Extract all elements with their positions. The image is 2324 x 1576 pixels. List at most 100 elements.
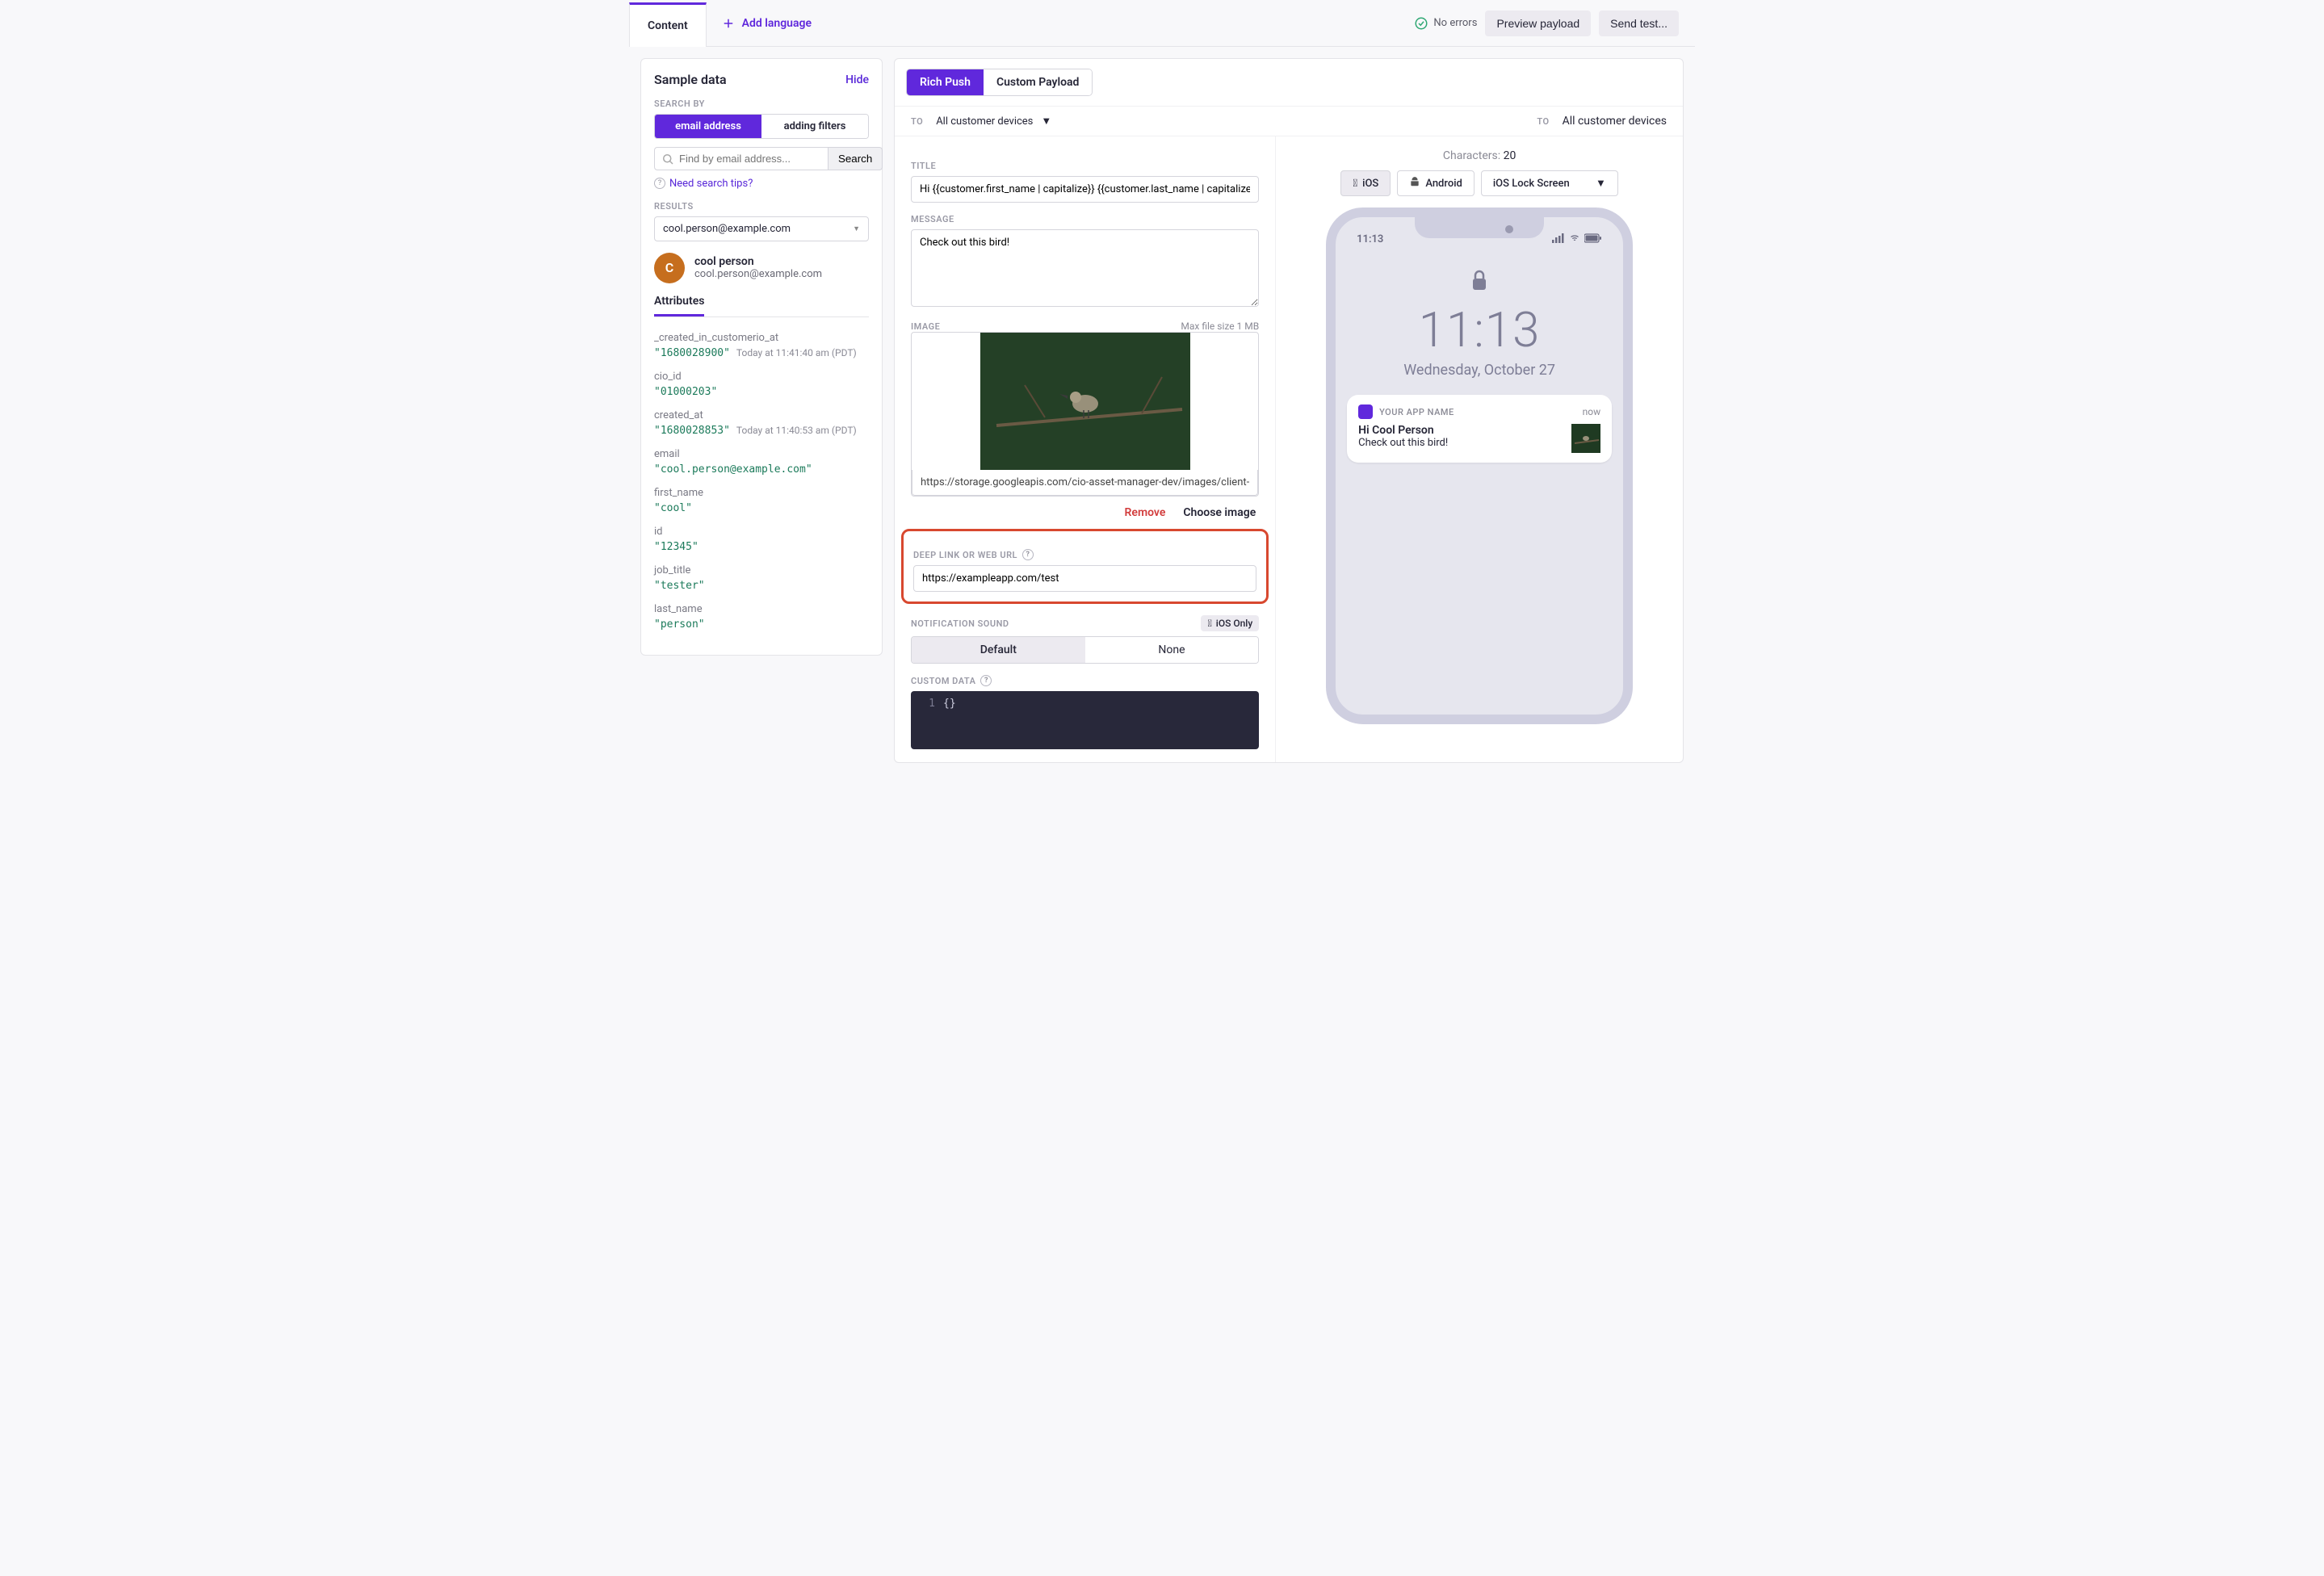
preview-column: Characters: 20  iOS Android <box>1275 136 1683 762</box>
search-button[interactable]: Search <box>829 147 883 170</box>
title-label: TITLE <box>911 161 1259 171</box>
notif-app-name: YOUR APP NAME <box>1379 407 1576 417</box>
image-preview-box: https://storage.googleapis.com/cio-asset… <box>911 332 1259 497</box>
preview-payload-button[interactable]: Preview payload <box>1485 10 1591 36</box>
to-value-preview: All customer devices <box>1563 115 1667 128</box>
notif-image <box>1571 424 1600 453</box>
search-by-segment: email address adding filters <box>654 114 869 139</box>
content-tabs: Content <box>629 0 707 46</box>
choose-image-link[interactable]: Choose image <box>1183 506 1256 519</box>
sample-data-panel: Sample data Hide SEARCH BY email address… <box>640 58 883 656</box>
device-android[interactable]: Android <box>1397 170 1475 196</box>
image-label: IMAGE <box>911 321 940 332</box>
attribute-row: first_name"cool" <box>654 487 869 514</box>
signal-icon <box>1552 233 1565 246</box>
attribute-key: job_title <box>654 564 869 576</box>
bird-image-icon <box>980 333 1190 470</box>
lock-date: Wednesday, October 27 <box>1336 362 1623 379</box>
characters-label: Characters <box>1443 149 1498 162</box>
add-language-button[interactable]: Add language <box>707 16 826 31</box>
android-icon <box>1409 176 1420 191</box>
attribute-meta: Today at 11:41:40 am (PDT) <box>736 347 857 358</box>
device-segment:  iOS Android iOS Lock Screen ▼ <box>1292 170 1667 196</box>
tab-custom-payload[interactable]: Custom Payload <box>984 69 1093 95</box>
search-tips-link[interactable]: ? Need search tips? <box>654 178 753 190</box>
results-select[interactable]: cool.person@example.com ▼ <box>654 216 869 241</box>
notif-when: now <box>1583 406 1601 417</box>
person-email: cool.person@example.com <box>694 268 822 280</box>
caret-down-icon: ▼ <box>1041 115 1051 128</box>
to-value-editor: All customer devices <box>936 115 1033 128</box>
caret-down-icon: ▼ <box>1596 177 1606 190</box>
search-by-email[interactable]: email address <box>655 115 761 138</box>
notif-title: Hi Cool Person <box>1358 424 1563 437</box>
tab-attributes[interactable]: Attributes <box>654 295 704 316</box>
characters-value: 20 <box>1504 149 1516 162</box>
caret-down-icon: ▼ <box>853 224 860 233</box>
attribute-value: "01000203" <box>654 386 717 398</box>
deep-link-input[interactable] <box>913 565 1256 592</box>
characters-row: Characters: 20 <box>1292 149 1667 162</box>
help-icon[interactable]: ? <box>1022 549 1034 560</box>
plus-icon <box>721 16 736 31</box>
to-select-editor[interactable]: All customer devices ▼ <box>936 115 1051 128</box>
custom-data-editor[interactable]: 1{} <box>911 691 1259 749</box>
battery-icon <box>1584 233 1602 246</box>
send-test-button[interactable]: Send test... <box>1599 10 1679 36</box>
attribute-row: last_name "person" <box>654 603 869 631</box>
notif-message: Check out this bird! <box>1358 437 1563 449</box>
search-icon <box>661 152 675 170</box>
search-by-filters[interactable]: adding filters <box>761 115 868 138</box>
avatar: C <box>654 253 685 283</box>
search-input[interactable] <box>654 147 829 170</box>
top-bar: Content Add language No errors Preview p… <box>629 0 1695 47</box>
notif-app-icon <box>1358 404 1373 419</box>
payload-type-tabs: Rich Push Custom Payload <box>906 69 1093 96</box>
deep-link-group: DEEP LINK OR WEB URL ? <box>901 529 1269 604</box>
search-tips-label: Need search tips? <box>669 178 753 190</box>
attribute-row: cio_id"01000203" <box>654 371 869 398</box>
top-actions: No errors Preview payload Send test... <box>1414 10 1695 36</box>
attribute-value: "cool" <box>654 502 692 514</box>
attribute-key: _created_in_customerio_at <box>654 332 869 344</box>
editor-panel: Rich Push Custom Payload TO All customer… <box>894 58 1684 763</box>
attribute-row: id"12345" <box>654 526 869 553</box>
sound-label: NOTIFICATION SOUND <box>911 618 1009 629</box>
status-time: 11:13 <box>1357 233 1383 246</box>
to-label-preview: TO <box>1537 116 1549 127</box>
hide-link[interactable]: Hide <box>845 73 869 86</box>
deep-link-label: DEEP LINK OR WEB URL ? <box>913 549 1256 560</box>
image-max-size: Max file size 1 MB <box>1181 321 1259 332</box>
tab-rich-push[interactable]: Rich Push <box>907 69 984 95</box>
lock-icon <box>1336 269 1623 296</box>
attribute-key: last_name <box>654 603 869 615</box>
remove-image-link[interactable]: Remove <box>1125 506 1166 519</box>
attribute-meta: Today at 11:40:53 am (PDT) <box>736 425 857 436</box>
sound-default[interactable]: Default <box>912 637 1085 663</box>
sample-data-title: Sample data <box>654 72 727 87</box>
phone-notch <box>1415 217 1544 238</box>
image-thumbnail <box>980 333 1190 470</box>
attribute-row: job_title"tester" <box>654 564 869 592</box>
lock-time: 11:13 <box>1336 301 1623 358</box>
attribute-value: "1680028900" <box>654 347 730 359</box>
preview-view-select[interactable]: iOS Lock Screen ▼ <box>1481 170 1618 196</box>
image-url-field[interactable]: https://storage.googleapis.com/cio-asset… <box>912 470 1258 496</box>
sound-none[interactable]: None <box>1085 637 1259 663</box>
attribute-value: "1680028853" <box>654 425 730 437</box>
add-language-label: Add language <box>742 17 812 30</box>
person-name: cool person <box>694 255 822 268</box>
title-input[interactable] <box>911 176 1259 203</box>
ios-only-badge:  iOS Only <box>1201 615 1259 631</box>
attribute-value: "person" <box>654 618 705 631</box>
results-label: RESULTS <box>654 201 869 212</box>
no-errors-label: No errors <box>1433 17 1477 29</box>
tab-content[interactable]: Content <box>629 2 707 47</box>
help-icon[interactable]: ? <box>980 675 992 686</box>
to-row: TO All customer devices ▼ TO All custome… <box>895 106 1683 136</box>
device-ios[interactable]:  iOS <box>1340 170 1391 196</box>
custom-data-label: CUSTOM DATA ? <box>911 675 1259 686</box>
code-line-number: 1 <box>919 698 935 710</box>
message-input[interactable] <box>911 229 1259 307</box>
apple-icon:  <box>1353 178 1357 190</box>
